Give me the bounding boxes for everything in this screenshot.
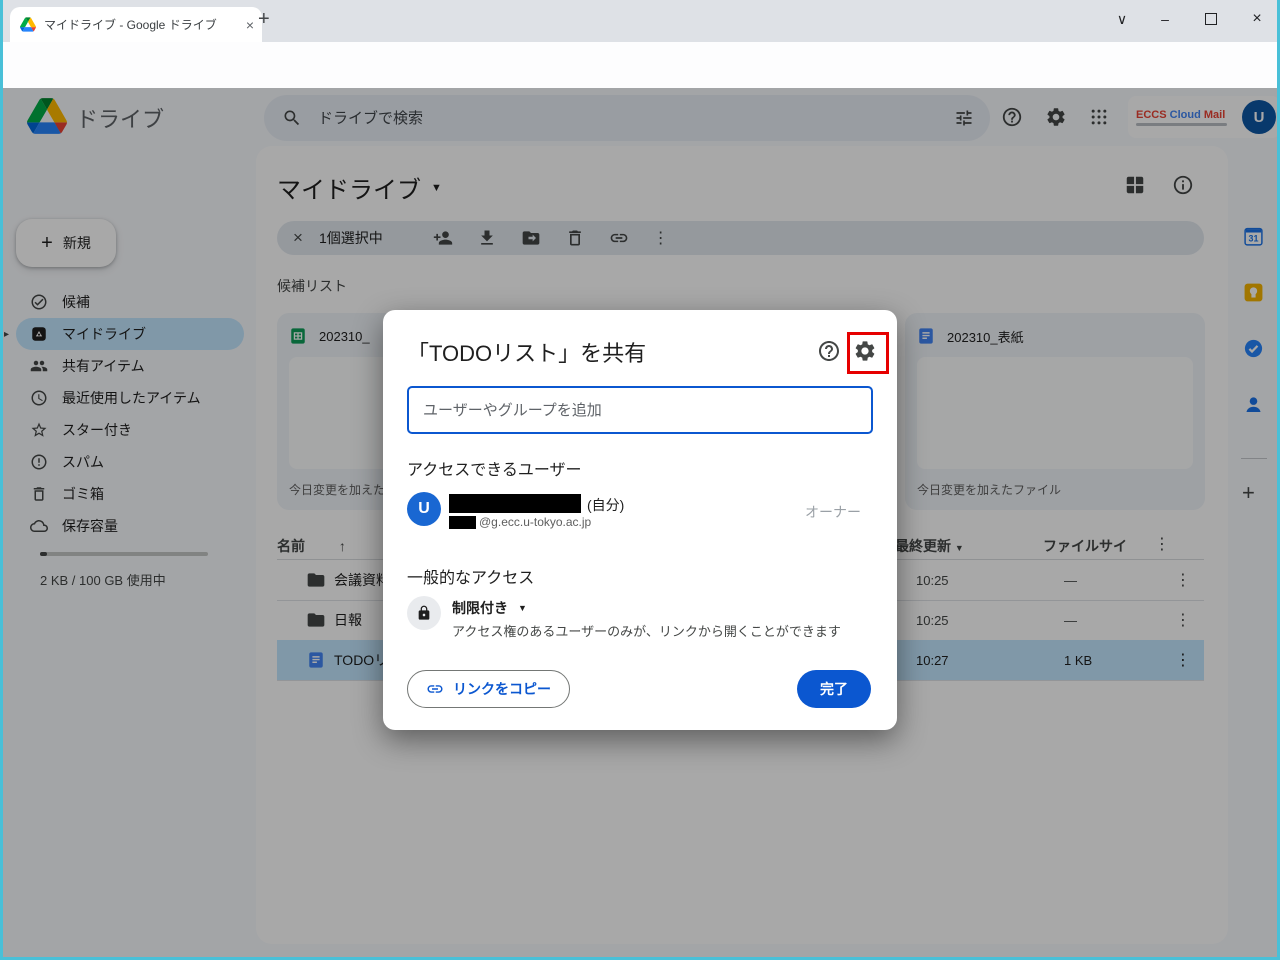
- dropdown-caret-icon: ▼: [518, 603, 527, 613]
- access-level-dropdown[interactable]: 制限付き ▼: [452, 598, 527, 618]
- window-minimize-button[interactable]: –: [1148, 6, 1182, 32]
- new-tab-button[interactable]: +: [258, 8, 270, 31]
- tab-close-icon[interactable]: ×: [246, 17, 254, 33]
- browser-toolbar: ← → drive.google.com/drive/my-drive U ⋮: [0, 42, 1280, 124]
- people-with-access-heading: アクセスできるユーザー: [407, 462, 582, 479]
- link-icon: [426, 680, 444, 698]
- owner-avatar: U: [407, 492, 441, 526]
- redacted-email: [449, 516, 476, 529]
- owner-email-domain: @g.ecc.u-tokyo.ac.jp: [479, 515, 592, 529]
- owner-role-label: オーナー: [805, 504, 861, 520]
- dialog-help-icon[interactable]: [817, 339, 841, 363]
- share-dialog: 「TODOリスト」を共有 アクセスできるユーザー U (自分) @g.ecc.u…: [383, 310, 897, 730]
- window-border-left: [0, 0, 3, 960]
- window-close-button[interactable]: ×: [1240, 6, 1274, 32]
- copy-link-button[interactable]: リンクをコピー: [407, 670, 570, 708]
- access-description: アクセス権のあるユーザーのみが、リンクから開くことができます: [452, 624, 841, 639]
- browser-tab-bar: マイドライブ - Google ドライブ × + ∨ – ×: [0, 0, 1280, 42]
- general-access-heading: 一般的なアクセス: [407, 570, 535, 587]
- tab-title: マイドライブ - Google ドライブ: [44, 18, 217, 32]
- tab-search-chevron-icon[interactable]: ∨: [1105, 6, 1139, 32]
- done-button[interactable]: 完了: [797, 670, 871, 708]
- add-people-input[interactable]: [407, 386, 873, 434]
- restricted-lock-icon: [407, 596, 441, 630]
- browser-tab[interactable]: マイドライブ - Google ドライブ ×: [10, 7, 262, 42]
- redacted-name: [449, 494, 581, 513]
- owner-self-label: (自分): [587, 497, 625, 513]
- window-maximize-button[interactable]: [1194, 6, 1228, 32]
- dialog-title: 「TODOリスト」を共有: [407, 341, 647, 366]
- drive-favicon: [20, 17, 36, 32]
- dialog-settings-gear-icon[interactable]: [853, 339, 877, 363]
